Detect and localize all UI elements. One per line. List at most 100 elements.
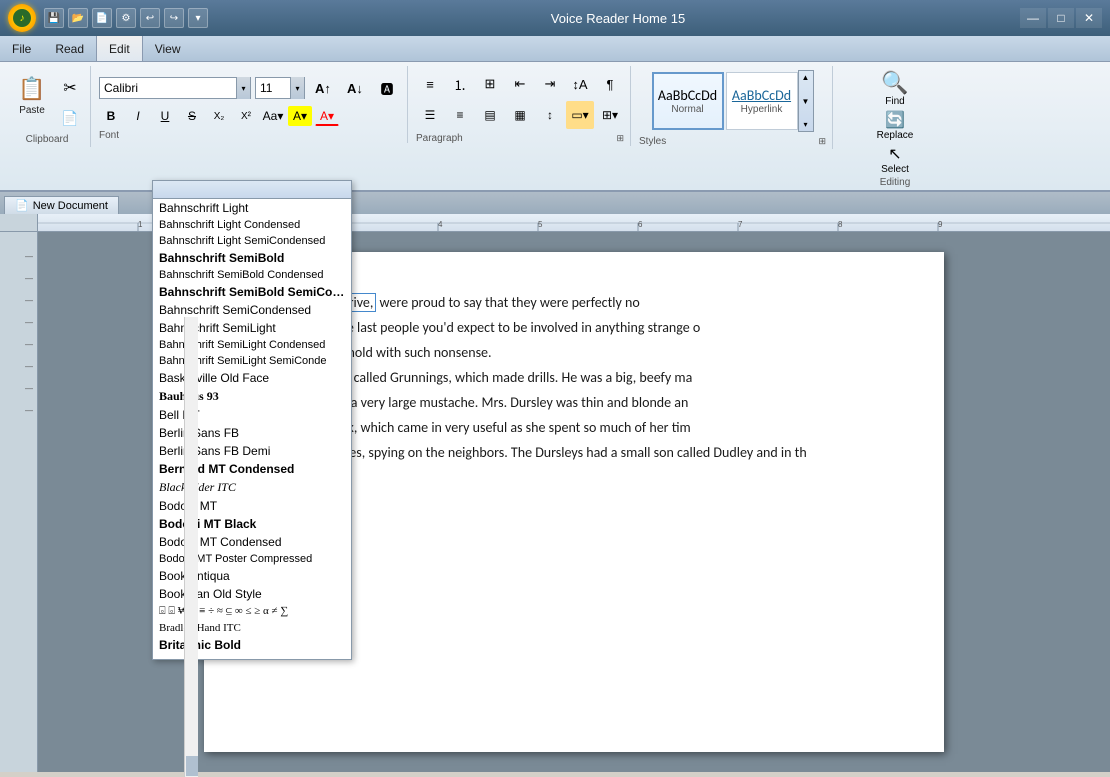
font-item-9[interactable]: Bahnschrift SemiLight SemiConde [153,353,351,369]
replace-label: Replace [877,130,914,141]
menu-file[interactable]: File [0,36,43,61]
italic-button[interactable]: I [126,106,150,126]
font-item-1[interactable]: Bahnschrift Light Condensed [153,217,351,233]
grow-font-button[interactable]: A↑ [309,74,337,102]
font-size-arrow[interactable]: ▾ [290,77,304,99]
paragraph-expand-icon[interactable]: ⊞ [616,133,624,144]
align-right-button[interactable]: ▤ [476,101,504,129]
justify-button[interactable]: ▦ [506,101,534,129]
font-item-2[interactable]: Bahnschrift Light SemiCondensed [153,233,351,249]
save-quick-btn[interactable]: 💾 [44,8,64,28]
minimize-button[interactable]: — [1020,8,1046,28]
new-quick-btn[interactable]: 📄 [92,8,112,28]
font-item-14[interactable]: Berlin Sans FB Demi [153,442,351,460]
menu-view[interactable]: View [143,36,193,61]
ruler-mark: — [0,296,37,318]
bullets-button[interactable]: ≡ [416,70,444,98]
settings-quick-btn[interactable]: ⚙ [116,8,136,28]
font-item-10[interactable]: Baskerville Old Face [153,369,351,387]
decrease-indent-button[interactable]: ⇤ [506,70,534,98]
find-button[interactable]: 🔍 Find [873,70,917,107]
font-group: Calibri ▾ 11 ▾ A↑ A↓ 🅰 B I U [93,66,408,143]
font-item-11[interactable]: Bauhaus 93 [153,387,351,406]
strikethrough-button[interactable]: S [180,106,204,126]
font-item-15[interactable]: Bernard MT Condensed [153,460,351,478]
numbering-button[interactable]: ⒈ [446,70,474,98]
svg-text:4: 4 [438,220,443,229]
maximize-button[interactable]: □ [1048,8,1074,28]
superscript-button[interactable]: X² [234,106,258,126]
ribbon-row1: 📋 Paste ✂ 📄 Clipboard Calibri ▾ [0,66,1110,190]
border-button[interactable]: ⊞▾ [596,101,624,129]
font-item-23[interactable]: ⌻ ⌻ ₩ ∈ ≡ ÷ ≈ ⊆ ∞ ≤ ≥ α ≠ ∑ [153,603,351,620]
font-item-8[interactable]: Bahnschrift SemiLight Condensed [153,337,351,353]
textcase-button[interactable]: Aa▾ [261,106,285,126]
redo-btn[interactable]: ↪ [164,8,184,28]
font-item-24[interactable]: Bradley Hand ITC [153,620,351,636]
font-item-16[interactable]: Blackadder ITC [153,478,351,497]
styles-scroll-more[interactable]: ▾ [803,120,807,129]
font-item-12[interactable]: Bell MT [153,406,351,424]
font-dropdown-arrow[interactable]: ▾ [236,77,250,99]
undo-btn[interactable]: ↩ [140,8,160,28]
font-item-7[interactable]: Bahnschrift SemiLight [153,319,351,337]
styles-scroll-up[interactable]: ▲ [802,73,810,82]
replace-button[interactable]: 🔄 Replace [873,110,917,141]
clear-format-button[interactable]: 🅰 [373,74,401,102]
font-item-13[interactable]: Berlin Sans FB [153,424,351,442]
bold-button[interactable]: B [99,106,123,126]
fontcolor-button[interactable]: A▾ [315,106,339,126]
font-item-18[interactable]: Bodoni MT Black [153,515,351,533]
align-left-button[interactable]: ☰ [416,101,444,129]
line-spacing-button[interactable]: ↕ [536,101,564,129]
font-item-4[interactable]: Bahnschrift SemiBold Condensed [153,267,351,283]
font-item-17[interactable]: Bodoni MT [153,497,351,515]
ruler-mark: — [0,384,37,406]
style-normal-card[interactable]: AaBbCcDd Normal [652,72,724,130]
close-button[interactable]: ✕ [1076,8,1102,28]
styles-scroll: ▲ ▼ ▾ [798,70,814,132]
font-item-6[interactable]: Bahnschrift SemiCondensed [153,301,351,319]
paste-button[interactable]: 📋 Paste [10,70,54,121]
font-size-display: 11 [256,81,290,95]
font-item-22[interactable]: Bookman Old Style [153,585,351,603]
copy-button[interactable]: 📄 [56,104,84,132]
align-center-button[interactable]: ≡ [446,101,474,129]
font-item-25[interactable]: Britannic Bold [153,636,351,654]
font-dropdown-list[interactable]: Bahnschrift Light Bahnschrift Light Cond… [153,199,351,659]
editing-group: 🔍 Find 🔄 Replace ↖ Select Editing [835,66,955,190]
font-item-3[interactable]: Bahnschrift SemiBold [153,249,351,267]
app-icon: ♪ [8,4,36,32]
highlight-button[interactable]: A▾ [288,106,312,126]
font-scrollbar-thumb[interactable] [186,756,198,776]
font-item-26[interactable]: Broadway [153,654,351,659]
subscript-button[interactable]: X₂ [207,106,231,126]
style-hyperlink-card[interactable]: AaBbCcDd Hyperlink [726,72,798,130]
font-item-0[interactable]: Bahnschrift Light [153,199,351,217]
font-item-5[interactable]: Bahnschrift SemiBold SemiConden [153,283,351,301]
sort-button[interactable]: ↕A [566,70,594,98]
font-item-21[interactable]: Book Antiqua [153,567,351,585]
open-quick-btn[interactable]: 📂 [68,8,88,28]
menu-edit[interactable]: Edit [96,36,143,61]
show-formatting-button[interactable]: ¶ [596,70,624,98]
cut-button[interactable]: ✂ [56,74,84,102]
document-tab[interactable]: 📄 New Document [4,196,119,214]
quick-more-btn[interactable]: ▾ [188,8,208,28]
increase-indent-button[interactable]: ⇥ [536,70,564,98]
font-name-display: Calibri [100,81,236,95]
underline-button[interactable]: U [153,106,177,126]
svg-text:8: 8 [838,220,843,229]
shrink-font-button[interactable]: A↓ [341,74,369,102]
ruler-mark: — [0,274,37,296]
select-button[interactable]: ↖ Select [873,144,917,175]
multilevel-button[interactable]: ⊞ [476,70,504,98]
styles-scroll-down[interactable]: ▼ [802,97,810,106]
menu-read[interactable]: Read [43,36,96,61]
shading-button[interactable]: ▭▾ [566,101,594,129]
font-item-20[interactable]: Bodoni MT Poster Compressed [153,551,351,567]
styles-expand-icon[interactable]: ⊞ [818,136,826,147]
svg-text:6: 6 [638,220,643,229]
ruler-mark: — [0,362,37,384]
font-item-19[interactable]: Bodoni MT Condensed [153,533,351,551]
